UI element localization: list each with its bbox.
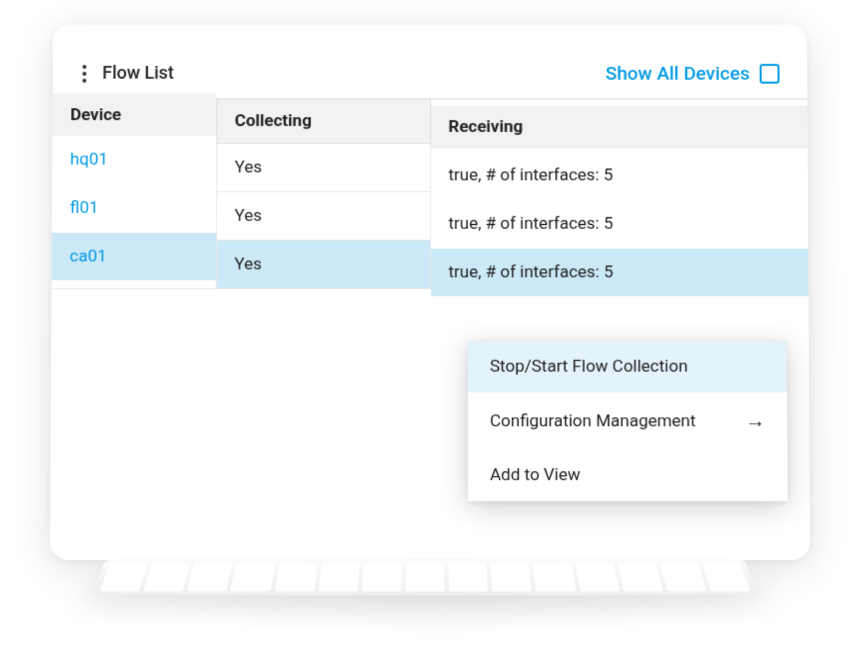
show-all-label: Show All Devices <box>605 62 749 85</box>
table-row[interactable]: ca01 Yes true, # of interfaces: 5 <box>51 240 808 289</box>
device-link[interactable]: ca01 <box>70 247 107 267</box>
device-link[interactable]: hq01 <box>70 150 108 170</box>
menu-item-label: Configuration Management <box>490 411 696 431</box>
flow-table: Device Collecting Receiving hq01 Yes tru… <box>51 98 808 289</box>
col-header-receiving[interactable]: Receiving <box>430 105 808 149</box>
cell-collecting: Yes <box>216 192 430 240</box>
drag-handle-icon[interactable] <box>80 62 88 84</box>
menu-item-config-management[interactable]: Configuration Management → <box>468 393 788 450</box>
monitor-frame: Flow List Show All Devices Device Collec… <box>50 25 810 560</box>
cell-collecting: Yes <box>216 240 430 289</box>
cell-receiving: true, # of interfaces: 5 <box>430 248 809 297</box>
menu-item-label: Add to View <box>490 465 580 485</box>
menu-item-add-to-view[interactable]: Add to View <box>468 449 788 501</box>
show-all-checkbox[interactable] <box>760 63 780 83</box>
panel-title-wrap: Flow List <box>80 62 174 84</box>
context-menu: Stop/Start Flow Collection Configuration… <box>468 341 788 501</box>
cell-receiving: true, # of interfaces: 5 <box>430 200 808 248</box>
menu-item-label: Stop/Start Flow Collection <box>490 357 688 377</box>
arrow-right-icon: → <box>745 408 765 433</box>
col-header-device[interactable]: Device <box>52 93 216 137</box>
panel-header: Flow List Show All Devices <box>53 52 808 98</box>
device-link[interactable]: fl01 <box>70 198 99 218</box>
cell-collecting: Yes <box>216 143 430 191</box>
cell-receiving: true, # of interfaces: 5 <box>430 151 808 199</box>
show-all-devices-toggle[interactable]: Show All Devices <box>605 62 779 85</box>
menu-item-stop-start-flow[interactable]: Stop/Start Flow Collection <box>468 341 787 393</box>
keyboard-graphic <box>92 560 758 595</box>
col-header-collecting[interactable]: Collecting <box>216 99 430 143</box>
panel-title: Flow List <box>102 63 174 84</box>
